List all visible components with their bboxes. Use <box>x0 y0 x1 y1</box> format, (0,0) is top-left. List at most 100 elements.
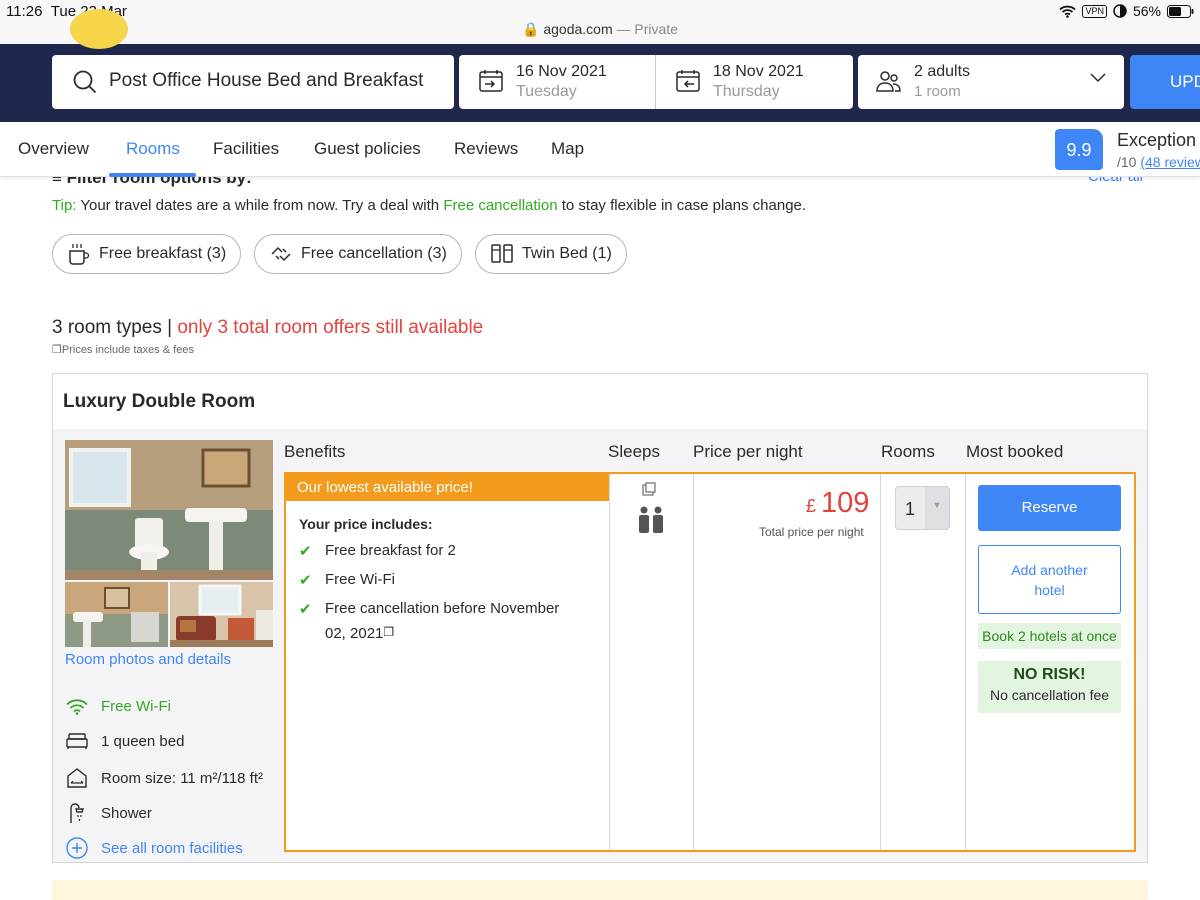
tab-rooms[interactable]: Rooms <box>126 139 180 159</box>
info-icon: ❐ <box>52 344 62 356</box>
checkin-date[interactable]: 16 Nov 2021 Tuesday <box>459 55 656 109</box>
search-bar: Post Office House Bed and Breakfast 16 N… <box>0 44 1200 122</box>
room-quantity-select[interactable]: 1 ▼ <box>895 486 950 530</box>
checkmark-icon: ✔ <box>299 572 312 589</box>
benefit-item: ✔ Free cancellation before November <box>299 600 560 618</box>
chip-label: Twin Bed (1) <box>522 245 612 262</box>
add-another-hotel-button[interactable]: Add another hotel <box>978 545 1121 614</box>
hotel-search-input[interactable]: Post Office House Bed and Breakfast <box>52 55 454 109</box>
filter-chip-free-cancellation[interactable]: Free cancellation (3) <box>254 234 462 274</box>
occupancy-info-icon[interactable] <box>642 482 656 496</box>
room-name: Luxury Double Room <box>63 391 256 412</box>
section-tabs: Overview Rooms Facilities Guest policies… <box>0 122 1200 177</box>
column-benefits: Benefits <box>284 442 346 461</box>
room-size-icon <box>67 768 87 788</box>
column-divider <box>693 474 694 850</box>
status-indicators: VPN 56% <box>1059 3 1194 19</box>
chevron-down-icon: ▼ <box>925 487 949 529</box>
feature-wifi: Free Wi-Fi <box>65 698 171 715</box>
checkout-date-text: 18 Nov 2021 <box>713 63 804 80</box>
wifi-icon <box>1059 5 1077 18</box>
next-card-preview <box>52 880 1148 900</box>
checkmark-icon: ✔ <box>299 601 312 618</box>
shower-icon <box>70 803 84 823</box>
checkout-date[interactable]: 18 Nov 2021 Thursday <box>656 55 853 109</box>
reviews-count-link[interactable]: (48 review <box>1140 154 1200 170</box>
rooms-count: 1 room <box>914 83 961 100</box>
coffee-cup-icon <box>69 244 90 265</box>
tab-guest-policies[interactable]: Guest policies <box>314 139 421 159</box>
lowest-price-banner: Our lowest available price! <box>286 474 609 501</box>
room-offer-row: Our lowest available price! Your price i… <box>284 472 1136 852</box>
column-most-booked: Most booked <box>966 442 1064 461</box>
tab-facilities[interactable]: Facilities <box>213 139 279 159</box>
column-divider <box>965 474 966 850</box>
chip-label: Free breakfast (3) <box>99 245 227 262</box>
search-icon <box>73 70 97 94</box>
column-divider <box>609 474 610 850</box>
twin-bed-icon <box>491 244 513 263</box>
taxes-note: ❐Prices include taxes & fees <box>52 344 194 356</box>
checkout-day-text: Thursday <box>713 83 780 100</box>
moon-icon <box>1113 4 1127 18</box>
info-icon[interactable]: ❐ <box>383 625 394 642</box>
tab-reviews[interactable]: Reviews <box>454 139 518 159</box>
column-divider <box>880 474 881 850</box>
chip-label: Free cancellation (3) <box>301 245 447 262</box>
reserve-button[interactable]: Reserve <box>978 485 1121 531</box>
room-card: Luxury Double Room Room photos and detai… <box>52 373 1148 863</box>
benefit-item-continued: 02, 2021 ❐ <box>325 625 395 642</box>
date-picker: 16 Nov 2021 Tuesday 18 Nov 2021 Thursday <box>459 55 853 109</box>
bed-icon <box>66 733 88 749</box>
calendar-checkout-icon <box>676 70 700 92</box>
wifi-icon <box>66 698 88 715</box>
column-price: Price per night <box>693 442 803 461</box>
quantity-value: 1 <box>905 499 916 519</box>
checkmark-icon: ✔ <box>299 543 312 560</box>
column-rooms: Rooms <box>881 442 935 461</box>
room-photo-thumb-1[interactable] <box>65 582 168 647</box>
battery-icon <box>1167 4 1194 18</box>
feature-shower: Shower <box>65 802 152 824</box>
no-risk-badge: NO RISK! No cancellation fee <box>978 661 1121 713</box>
two-adults-icon <box>639 506 663 533</box>
room-types-summary: 3 room types | only 3 total room offers … <box>52 317 484 338</box>
tab-overview[interactable]: Overview <box>18 139 89 159</box>
chevron-down-icon <box>1090 73 1106 83</box>
private-label: — Private <box>616 21 678 37</box>
review-score-label: Exception <box>1117 130 1197 150</box>
guests-icon <box>876 71 901 92</box>
review-score-sub: /10 (48 review <box>1117 154 1200 170</box>
price-note: Total price per night <box>759 525 864 539</box>
vpn-badge: VPN <box>1082 4 1107 18</box>
tab-map[interactable]: Map <box>551 139 584 159</box>
room-photo-thumb-2[interactable] <box>170 582 273 647</box>
feature-bed: 1 queen bed <box>65 732 184 750</box>
url-text: agoda.com <box>543 21 613 37</box>
filter-chip-free-breakfast[interactable]: Free breakfast (3) <box>52 234 242 274</box>
review-score-badge[interactable]: 9.9 <box>1055 129 1103 170</box>
filter-chip-twin-bed[interactable]: Twin Bed (1) <box>475 234 627 274</box>
calendar-checkin-icon <box>479 70 503 92</box>
checkin-day-text: Tuesday <box>516 83 577 100</box>
status-bar: 11:26 Tue 23 Mar 🔒 agoda.com — Private V… <box>0 0 1200 44</box>
address-bar[interactable]: 🔒 agoda.com — Private <box>0 21 1200 38</box>
benefit-item: ✔ Free Wi-Fi <box>299 571 395 589</box>
feature-room-size: Room size: 11 m²/118 ft² <box>65 767 263 789</box>
checkin-date-text: 16 Nov 2021 <box>516 63 607 80</box>
promo-icon <box>70 9 128 49</box>
lock-icon: 🔒 <box>522 21 540 37</box>
see-all-facilities-link[interactable]: See all room facilities <box>65 837 243 859</box>
book-two-hotels-label: Book 2 hotels at once <box>978 623 1121 649</box>
update-button[interactable]: UPD <box>1130 55 1200 109</box>
price-per-night: £109 <box>806 487 870 519</box>
column-sleeps: Sleeps <box>608 442 660 461</box>
room-photos-link[interactable]: Room photos and details <box>65 651 231 668</box>
plus-circle-icon <box>66 837 88 859</box>
room-photo-main[interactable] <box>65 440 273 580</box>
guests-selector[interactable]: 2 adults 1 room <box>858 55 1124 109</box>
cancellation-icon <box>271 246 291 262</box>
room-card-body: Room photos and details Free Wi-Fi 1 que… <box>53 429 1147 862</box>
battery-percent: 56% <box>1132 3 1161 19</box>
benefit-item: ✔ Free breakfast for 2 <box>299 542 456 560</box>
